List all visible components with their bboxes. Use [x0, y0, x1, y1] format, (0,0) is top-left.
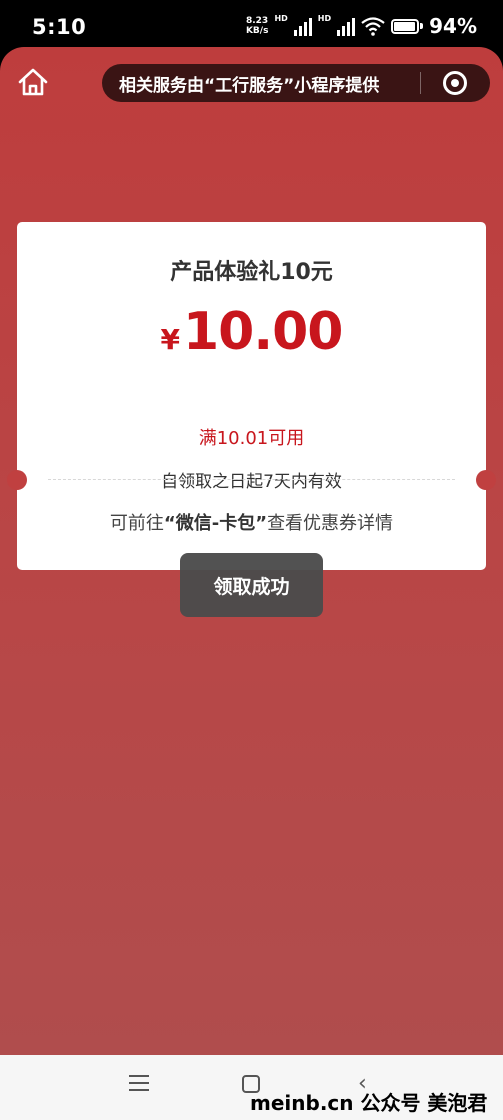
wifi-icon [361, 17, 385, 36]
service-provider-text: 相关服务由“工行服务”小程序提供 [119, 75, 380, 96]
network-speed: 8.23 KB/s [246, 16, 268, 36]
hint-prefix: 可前往 [109, 513, 164, 534]
coupon-card: 产品体验礼10元 ¥ 10.00 满10.01可用 自领取之日起7天内有效 可前… [17, 222, 486, 570]
usage-condition: 满10.01可用 [198, 428, 305, 449]
card-notch-right [476, 470, 496, 490]
system-nav-bar: ‹ meinb.cn 公众号 美泡君 [0, 1055, 503, 1120]
signal-icon [293, 16, 312, 36]
network-label-2: HD [317, 14, 332, 23]
status-time: 5:10 [32, 15, 87, 39]
service-capsule: 相关服务由“工行服务”小程序提供 [102, 64, 490, 102]
home-icon[interactable] [16, 65, 50, 99]
status-bar: 5:10 8.23 KB/s HD HD 94% [0, 0, 503, 52]
wallet-hint: 可前往“微信-卡包”查看优惠券详情 [17, 509, 486, 535]
mini-program-page: 相关服务由“工行服务”小程序提供 产品体验礼10元 ¥ 10.00 满10.01… [0, 47, 503, 1055]
hint-wallet-path: “微信-卡包” [163, 513, 268, 534]
amount-value: 10.00 [183, 302, 343, 362]
menu-icon[interactable] [129, 1075, 149, 1095]
network-speed-unit: KB/s [245, 26, 269, 36]
battery-percent: 94% [429, 14, 477, 38]
network-label-1: HD [274, 14, 288, 23]
watermark-text: meinb.cn 公众号 美泡君 [250, 1091, 488, 1115]
status-icons: 8.23 KB/s HD HD 94% [246, 14, 477, 38]
coupon-title: 产品体验礼10元 [170, 260, 333, 285]
signal-icon [337, 16, 356, 36]
hint-suffix: 查看优惠券详情 [267, 513, 394, 534]
coupon-amount: ¥ 10.00 [17, 302, 486, 362]
battery-icon [391, 18, 424, 34]
success-toast: 领取成功 [180, 553, 323, 617]
close-mini-program-button[interactable] [421, 64, 489, 102]
network-speed-value: 8.23 [245, 16, 269, 26]
currency-symbol: ¥ [160, 323, 180, 356]
target-icon [443, 71, 467, 95]
card-notch-left [7, 470, 27, 490]
dashed-divider [48, 479, 455, 480]
